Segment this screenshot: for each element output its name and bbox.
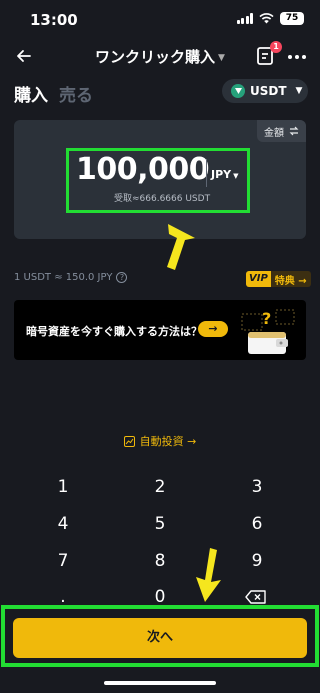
wallet-illustration-icon: ? (241, 309, 295, 354)
key-3[interactable]: 3 (227, 472, 287, 502)
auto-invest-label: 自動投資 → (139, 435, 197, 448)
crypto-select-value: USDT (250, 84, 287, 98)
status-icons: 75 (236, 12, 304, 25)
annotation-arrow-up-icon (167, 224, 195, 270)
svg-text:?: ? (262, 309, 271, 328)
key-8[interactable]: 8 (130, 546, 190, 576)
tab-sell[interactable]: 売る (59, 81, 93, 106)
chevron-down-icon: ▼ (295, 86, 303, 96)
signal-icon (236, 13, 253, 24)
key-4[interactable]: 4 (33, 509, 93, 539)
wifi-icon (259, 13, 274, 24)
order-list-button[interactable]: 1 (256, 41, 282, 68)
exchange-rate: 1 USDT ≈ 150.0 JPY ? (14, 272, 128, 283)
promo-arrow-button[interactable]: → (198, 321, 228, 337)
vip-label: VIP (246, 271, 271, 287)
amount-mode-toggle[interactable]: 金額 (257, 120, 306, 142)
key-5[interactable]: 5 (130, 509, 190, 539)
page-title-text: ワンクリック購入 (95, 48, 216, 66)
fiat-select[interactable]: JPY ▼ (211, 168, 239, 181)
vip-perks-link[interactable]: VIP 特典 → (246, 271, 311, 287)
exchange-rate-text: 1 USDT ≈ 150.0 JPY (14, 272, 113, 283)
vip-perk-label: 特典 → (274, 275, 307, 287)
amount-input[interactable]: 100,000 (76, 152, 210, 187)
tab-buy[interactable]: 購入 (14, 81, 48, 106)
key-1[interactable]: 1 (33, 472, 93, 502)
key-2[interactable]: 2 (130, 472, 190, 502)
battery-icon: 75 (280, 12, 304, 25)
amount-divider (206, 159, 207, 187)
receive-estimate: 受取≈666.6666 USDT (114, 194, 211, 204)
info-icon[interactable]: ? (116, 272, 128, 283)
auto-invest-link[interactable]: 自動投資 → (0, 433, 320, 449)
next-button[interactable]: 次へ (13, 618, 307, 658)
status-time: 13:00 (30, 11, 78, 29)
promo-text: 暗号資産を今すぐ購入する方法は？ (26, 325, 202, 338)
key-9[interactable]: 9 (227, 546, 287, 576)
order-count-badge: 1 (270, 41, 282, 53)
chart-icon (123, 435, 135, 447)
chevron-down-icon: ▼ (233, 172, 239, 180)
backspace-icon[interactable] (245, 590, 267, 604)
swap-icon (289, 126, 299, 136)
annotation-arrow-down-icon (196, 548, 221, 602)
key-7[interactable]: 7 (33, 546, 93, 576)
key-6[interactable]: 6 (227, 509, 287, 539)
tether-icon (231, 84, 245, 98)
chevron-down-icon: ▼ (218, 53, 225, 63)
home-indicator (104, 681, 216, 685)
amount-mode-label: 金額 (264, 127, 284, 139)
crypto-select[interactable]: USDT ▼ (222, 79, 308, 103)
fiat-select-value: JPY (211, 168, 232, 181)
more-icon[interactable] (288, 55, 306, 59)
